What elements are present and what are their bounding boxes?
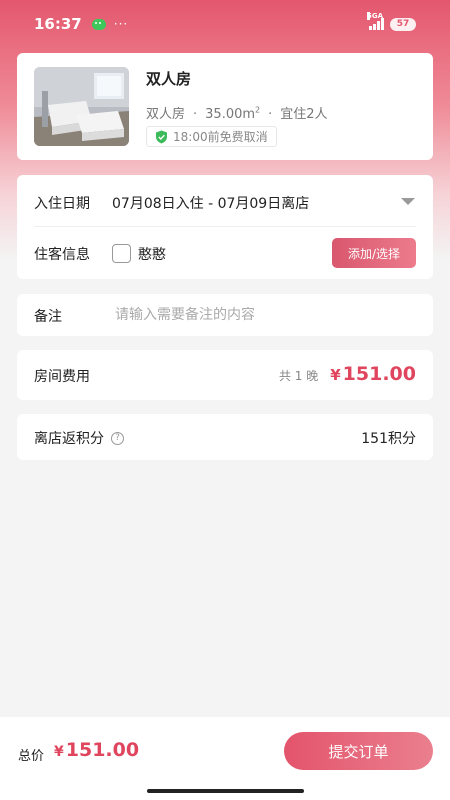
points-label: 离店返积分 [34,431,104,447]
checkin-date-label: 入住日期 [34,196,90,212]
signal-icon: 5GA [367,12,384,30]
guest-name[interactable]: 憨憨 [138,244,166,264]
room-area: 35.00m2 [205,105,261,122]
cancel-policy-text: 18:00前免费取消 [173,130,268,144]
remark-label: 备注 [34,309,62,325]
currency-symbol: ¥ [330,366,341,384]
separator-dot: · [193,107,198,122]
divider [34,226,416,227]
room-fee-summary: 共 1 晚 ¥ 151.00 [279,363,416,385]
separator-dot: · [268,107,273,122]
room-fee-label: 房间费用 [34,369,90,385]
remark-input[interactable] [115,302,415,328]
help-icon[interactable]: ? [111,431,124,445]
booking-card: 入住日期 07月08日入住 - 07月09日离店 住客信息 憨憨 添加/选择 [17,175,433,279]
room-fee-amount: 151.00 [342,363,416,385]
room-specs: 双人房 · 35.00m2 · 宜住2人 [146,103,328,122]
checkin-date-value[interactable]: 07月08日入住 - 07月09日离店 [112,193,309,213]
total-amount: 151.00 [65,739,140,761]
room-name: 双人房 [146,70,192,88]
room-card[interactable]: 双人房 双人房 · 35.00m2 · 宜住2人 18:00前免费取消 [17,53,433,160]
currency-symbol: ¥ [54,744,64,760]
network-label: 5GA [367,12,384,20]
shield-check-icon [156,130,167,143]
chevron-down-icon[interactable] [401,198,415,205]
status-indicators: 5GA 57 [367,12,416,31]
home-indicator [147,789,304,793]
wechat-icon [91,18,106,30]
remark-card: 备注 [17,294,433,336]
cancel-policy-tag: 18:00前免费取消 [146,126,277,147]
more-dots-icon: ··· [113,17,129,31]
guest-checkbox[interactable] [112,244,131,263]
room-occupancy: 宜住2人 [280,107,328,122]
nights-count: 共 1 晚 [278,369,319,383]
submit-order-button[interactable]: 提交订单 [284,732,433,770]
points-card: 离店返积分 ? 151积分 [17,414,433,460]
room-photo [34,67,129,146]
room-type: 双人房 [146,107,186,122]
battery-icon: 57 [390,17,416,31]
total-label: 总价 [18,749,45,764]
total-price: ¥ 151.00 [54,739,139,761]
points-value: 151积分 [361,431,416,447]
guest-info-label: 住客信息 [34,247,90,263]
room-fee-card: 房间费用 共 1 晚 ¥ 151.00 [17,350,433,400]
bottom-bar: 总价 ¥ 151.00 提交订单 [0,717,450,800]
points-label-group: 离店返积分 ? [34,428,124,448]
status-bar: 16:37 ··· 5GA 57 [0,0,450,48]
status-time: 16:37 [34,15,82,33]
add-select-guest-button[interactable]: 添加/选择 [332,238,416,268]
